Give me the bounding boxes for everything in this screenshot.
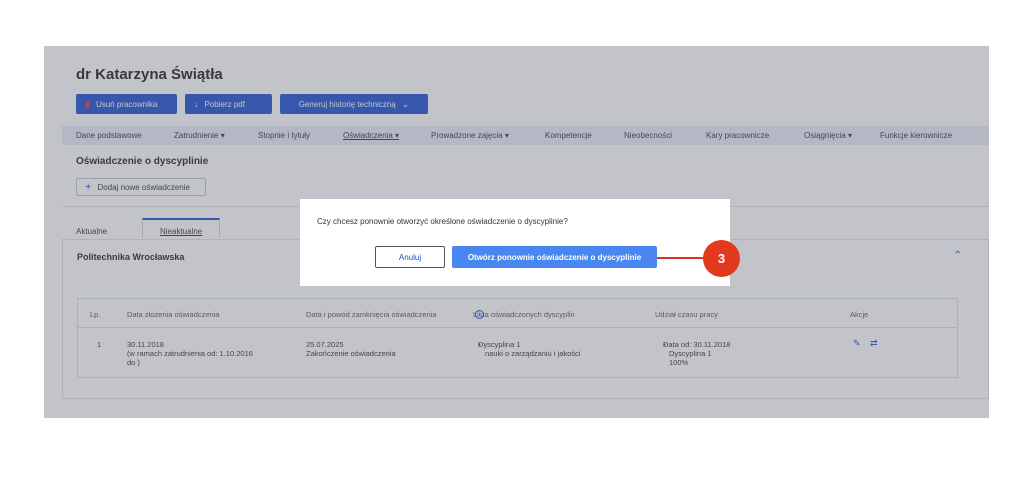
cancel-button[interactable]: Anuluj <box>375 246 445 268</box>
reopen-dialog: Czy chcesz ponownie otworzyć określone o… <box>300 199 730 286</box>
step-callout: 3 <box>703 240 740 277</box>
dialog-question: Czy chcesz ponownie otworzyć określone o… <box>317 217 568 226</box>
callout-line <box>657 257 705 259</box>
reopen-confirm-button[interactable]: Otwórz ponownie oświadczenie o dyscyplin… <box>452 246 657 268</box>
